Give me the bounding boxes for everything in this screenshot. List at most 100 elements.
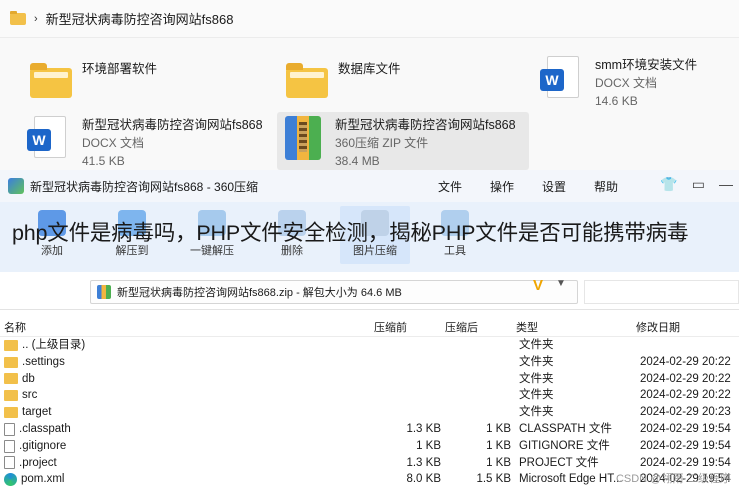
row-size: 8.0 KB (406, 473, 441, 486)
row-type: PROJECT 文件 (519, 456, 599, 469)
row-name: .settings (22, 355, 65, 368)
chevron-right-icon[interactable]: › (34, 13, 38, 25)
word-doc-icon: W (540, 56, 583, 100)
folder-icon (286, 60, 328, 104)
row-name: src (22, 389, 38, 402)
window-controls: 👕 ▭ — (660, 176, 733, 193)
row-name: .project (19, 456, 57, 469)
table-row[interactable]: .classpath 1.3 KB 1 KB CLASSPATH 文件 2024… (0, 421, 739, 438)
item-size: 14.6 KB (595, 94, 638, 108)
folder-icon (10, 10, 26, 25)
menu-bar: 文件 操作 设置 帮助 (438, 170, 618, 202)
row-size: 1.3 KB (406, 422, 441, 435)
row-compressed: 1.5 KB (476, 473, 511, 486)
explorer-item-folder[interactable]: 数据库文件 (280, 56, 530, 110)
folder-icon (30, 60, 72, 104)
row-date: 2024-02-29 20:22 (640, 372, 731, 385)
col-date[interactable]: 修改日期 (636, 319, 680, 335)
explorer-item-zip[interactable]: 新型冠状病毒防控咨询网站fs868 360压缩 ZIP 文件 38.4 MB (277, 112, 529, 170)
explorer-item-folder[interactable]: 环境部署软件 (24, 56, 274, 110)
article-title-overlay: php文件是病毒吗，PHP文件安全检测，揭秘PHP文件是否可能携带病毒 (12, 221, 689, 245)
folder-icon (4, 407, 18, 419)
row-date: 2024-02-29 20:23 (640, 406, 731, 419)
table-header: 名称 压缩前 压缩后 类型 修改日期 (0, 315, 739, 337)
row-compressed: 1 KB (486, 456, 511, 469)
row-size: 1 KB (416, 439, 441, 452)
item-type: DOCX 文档 (595, 76, 658, 90)
col-type[interactable]: 类型 (516, 319, 538, 335)
col-name[interactable]: 名称 (4, 319, 26, 335)
row-name: target (22, 406, 52, 419)
row-type: 文件夹 (519, 339, 554, 351)
menu-file[interactable]: 文件 (438, 178, 462, 195)
folder-icon (4, 373, 18, 385)
watermark: CSDN @翎雨·二级程序 (615, 473, 731, 485)
edge-browser-icon (4, 473, 17, 487)
item-name: 环境部署软件 (82, 62, 158, 76)
explorer-item-docx[interactable]: W 新型冠状病毒防控咨询网站fs868 DOCX 文档 41.5 KB (24, 112, 274, 168)
menu-settings[interactable]: 设置 (542, 178, 566, 195)
row-name: db (22, 372, 35, 385)
zip-archive-icon (97, 285, 111, 299)
item-type: DOCX 文档 (82, 136, 145, 150)
table-row[interactable]: .settings 文件夹 2024-02-29 20:22 (0, 354, 739, 371)
word-doc-icon: W (27, 116, 70, 160)
chevron-down-icon[interactable]: ▼ (556, 278, 566, 289)
archive-path-field[interactable]: 新型冠状病毒防控咨询网站fs868.zip - 解包大小为 64.6 MB (90, 280, 578, 304)
row-date: 2024-02-29 19:54 (640, 456, 731, 469)
row-name: .gitignore (19, 439, 67, 452)
row-type: CLASSPATH 文件 (519, 422, 612, 435)
row-date: 2024-02-29 19:54 (640, 439, 731, 452)
table-row[interactable]: target 文件夹 2024-02-29 20:23 (0, 404, 739, 421)
window-title: 新型冠状病毒防控咨询网站fs868 - 360压缩 (30, 179, 259, 194)
file-icon (4, 439, 15, 453)
row-compressed: 1 KB (486, 439, 511, 452)
file-list: .. (上级目录) 文件夹 .settings 文件夹 2024-02-29 2… (0, 337, 739, 488)
screenshot-root: › 新型冠状病毒防控咨询网站fs868 环境部署软件 数据库文件 W smm环境… (0, 0, 739, 490)
item-name: 新型冠状病毒防控咨询网站fs868 (335, 118, 516, 132)
item-name: 数据库文件 (338, 62, 401, 76)
minimize-icon[interactable]: — (719, 176, 733, 193)
col-compressed[interactable]: 压缩后 (445, 319, 478, 335)
table-row[interactable]: src 文件夹 2024-02-29 20:22 (0, 387, 739, 404)
v-check-icon[interactable]: V (528, 277, 548, 295)
row-date: 2024-02-29 20:22 (640, 355, 731, 368)
row-type: 文件夹 (519, 406, 554, 419)
folder-icon (4, 339, 18, 351)
row-type: Microsoft Edge HT... (519, 473, 623, 486)
search-input[interactable] (584, 280, 739, 304)
row-type: 文件夹 (519, 389, 554, 402)
table-row[interactable]: .project 1.3 KB 1 KB PROJECT 文件 2024-02-… (0, 455, 739, 472)
row-type: GITIGNORE 文件 (519, 439, 610, 452)
feedback-icon[interactable]: ▭ (692, 176, 705, 193)
item-name: smm环境安装文件 (595, 58, 698, 72)
file-icon (4, 456, 15, 470)
row-name: .. (上级目录) (22, 339, 86, 351)
row-type: 文件夹 (519, 372, 554, 385)
table-row[interactable]: .gitignore 1 KB 1 KB GITIGNORE 文件 2024-0… (0, 438, 739, 455)
folder-icon (4, 390, 18, 402)
col-size[interactable]: 压缩前 (374, 319, 407, 335)
zip-archive-icon (283, 116, 323, 160)
explorer-item-docx[interactable]: W smm环境安装文件 DOCX 文档 14.6 KB (537, 52, 739, 108)
table-row[interactable]: db 文件夹 2024-02-29 20:22 (0, 371, 739, 388)
archive-path-text: 新型冠状病毒防控咨询网站fs868.zip - 解包大小为 64.6 MB (117, 287, 402, 299)
file-icon (4, 422, 15, 436)
table-row[interactable]: .. (上级目录) 文件夹 (0, 337, 739, 354)
menu-help[interactable]: 帮助 (594, 178, 618, 195)
row-name: .classpath (19, 422, 71, 435)
folder-icon (4, 356, 18, 368)
menu-operate[interactable]: 操作 (490, 178, 514, 195)
breadcrumb-current[interactable]: 新型冠状病毒防控咨询网站fs868 (46, 9, 234, 28)
row-name: pom.xml (21, 473, 65, 486)
breadcrumb: › 新型冠状病毒防控咨询网站fs868 (0, 0, 739, 38)
row-compressed: 1 KB (486, 422, 511, 435)
item-size: 38.4 MB (335, 154, 380, 168)
file-explorer: › 新型冠状病毒防控咨询网站fs868 环境部署软件 数据库文件 W smm环境… (0, 0, 739, 170)
row-size: 1.3 KB (406, 456, 441, 469)
shirt-skin-icon[interactable]: 👕 (660, 176, 677, 193)
item-type: 360压缩 ZIP 文件 (335, 136, 429, 150)
row-type: 文件夹 (519, 355, 554, 368)
item-name: 新型冠状病毒防控咨询网站fs868 (82, 118, 263, 132)
row-date: 2024-02-29 19:54 (640, 422, 731, 435)
